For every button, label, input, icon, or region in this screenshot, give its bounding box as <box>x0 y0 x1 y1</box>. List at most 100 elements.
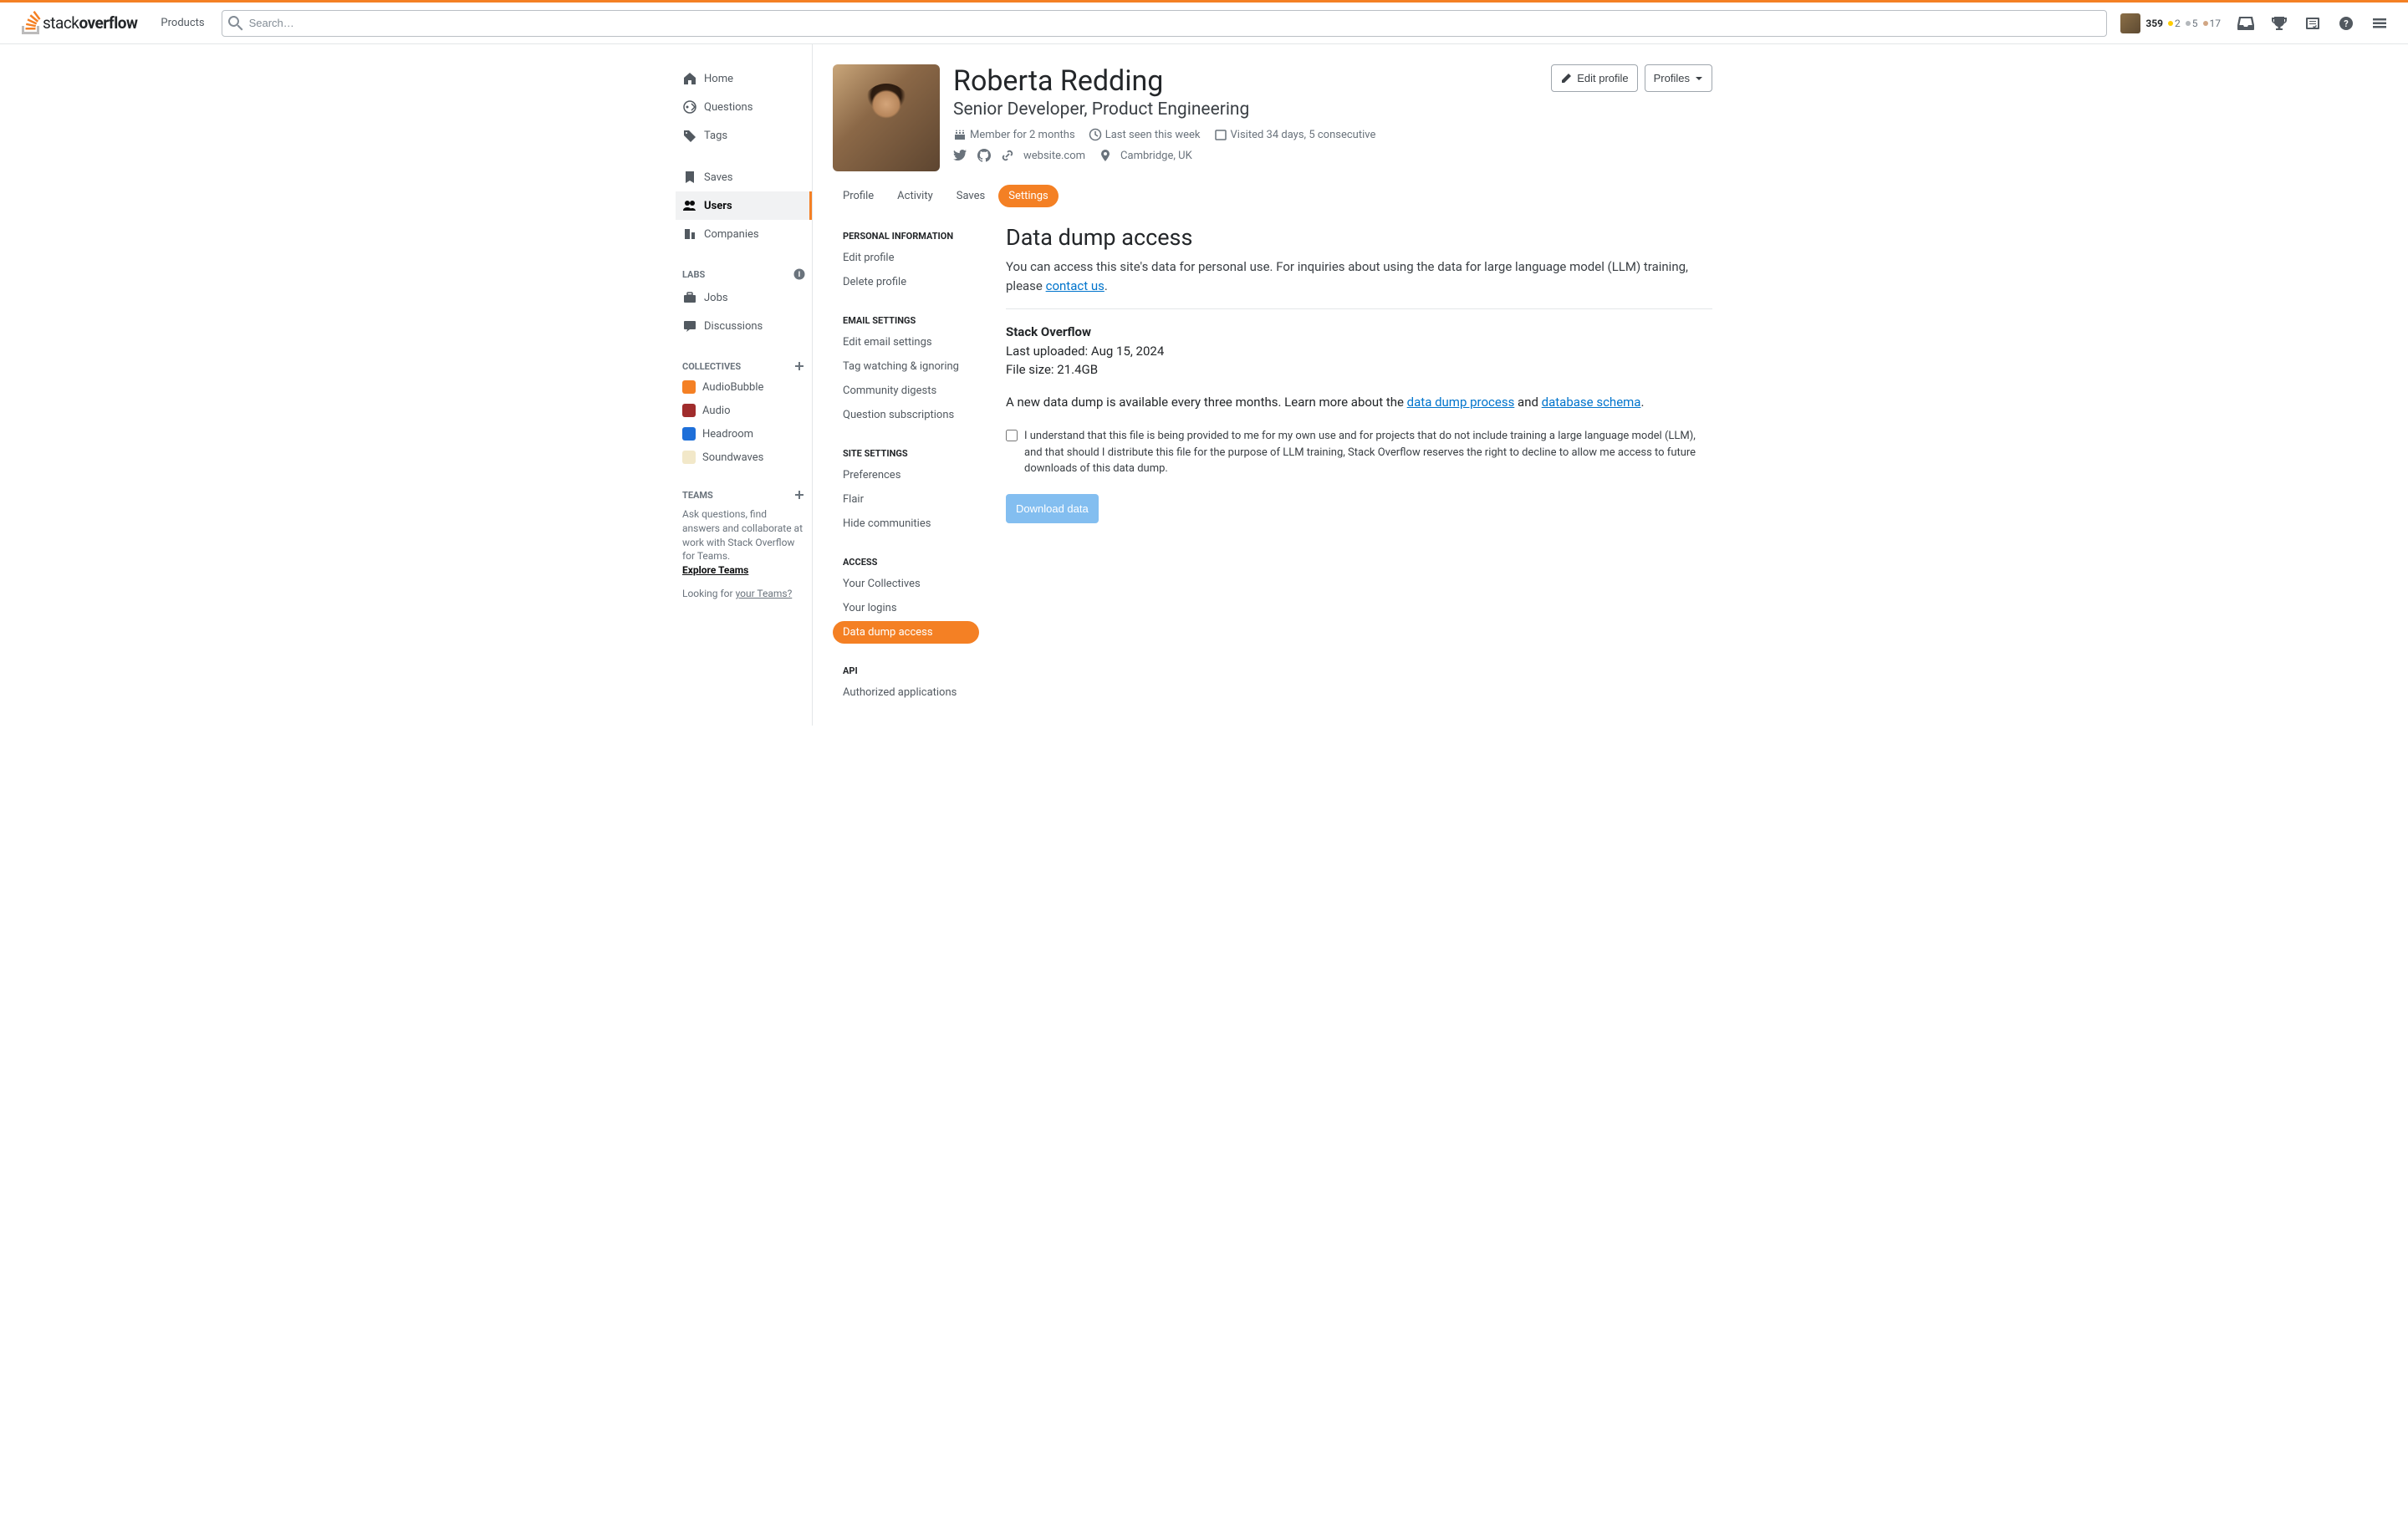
questions-icon <box>682 99 697 115</box>
bronze-badge-count: 17 <box>2203 18 2222 29</box>
nav-discussions[interactable]: Discussions <box>676 312 812 340</box>
tab-activity[interactable]: Activity <box>887 185 943 207</box>
nav-delete-profile[interactable]: Delete profile <box>833 271 979 293</box>
inbox-icon[interactable] <box>2231 8 2261 38</box>
nav-edit-email[interactable]: Edit email settings <box>833 331 979 354</box>
nav-community-digests[interactable]: Community digests <box>833 380 979 402</box>
topbar: stackoverflow Products 359 2 5 17 ? <box>0 3 2408 44</box>
consent-text: I understand that this file is being pro… <box>1024 428 1712 477</box>
collective-label: Soundwaves <box>702 451 763 464</box>
labs-header: LABS i <box>676 262 812 283</box>
collectives-header: COLLECTIVES <box>676 354 812 375</box>
products-link[interactable]: Products <box>150 12 214 34</box>
site-name: Stack Overflow <box>1006 323 1712 342</box>
edit-profile-button[interactable]: Edit profile <box>1551 64 1637 92</box>
database-schema-link[interactable]: database schema <box>1542 395 1641 410</box>
nav-edit-profile[interactable]: Edit profile <box>833 247 979 269</box>
nav-hide-communities[interactable]: Hide communities <box>833 512 979 535</box>
settings-nav: PERSONAL INFORMATION Edit profile Delete… <box>833 224 979 706</box>
nav-your-collectives[interactable]: Your Collectives <box>833 573 979 595</box>
nav-question-subscriptions[interactable]: Question subscriptions <box>833 404 979 426</box>
profile-links: website.com Cambridge, UK <box>953 148 1712 163</box>
silver-badge-count: 5 <box>2186 18 2198 29</box>
search-icon <box>228 16 243 31</box>
collective-item[interactable]: Headroom <box>676 422 812 446</box>
reputation-block[interactable]: 359 2 5 17 <box>2114 13 2227 33</box>
gold-badge-count: 2 <box>2168 18 2181 29</box>
review-icon[interactable] <box>2298 8 2328 38</box>
looking-for-teams: Looking for your Teams? <box>676 581 812 606</box>
consent-row: I understand that this file is being pro… <box>1006 428 1712 477</box>
logo-text: stackoverflow <box>43 13 137 33</box>
pencil-icon <box>1560 73 1572 84</box>
profile-title: Senior Developer, Product Engineering <box>953 99 1712 120</box>
tab-settings[interactable]: Settings <box>998 185 1058 207</box>
reputation-score: 359 <box>2145 18 2163 29</box>
divider <box>1006 308 1712 309</box>
nav-tag-watching[interactable]: Tag watching & ignoring <box>833 355 979 378</box>
nav-authorized-apps[interactable]: Authorized applications <box>833 681 979 704</box>
logo[interactable]: stackoverflow <box>13 11 144 36</box>
explore-teams-link[interactable]: Explore Teams <box>682 564 748 576</box>
nav-users[interactable]: Users <box>676 191 812 220</box>
clock-icon <box>1089 128 1102 141</box>
avatar-large[interactable] <box>833 64 940 171</box>
link-icon[interactable] <box>1000 148 1015 163</box>
users-icon <box>682 198 697 213</box>
saves-icon <box>682 170 697 185</box>
nav-questions[interactable]: Questions <box>676 93 812 121</box>
content: Roberta Redding Senior Developer, Produc… <box>813 44 1732 726</box>
info-icon[interactable]: i <box>793 268 805 280</box>
profile-actions: Edit profile Profiles <box>1551 64 1712 92</box>
nav-data-dump-access[interactable]: Data dump access <box>833 621 979 644</box>
nav-flair[interactable]: Flair <box>833 488 979 511</box>
consent-checkbox[interactable] <box>1006 430 1018 441</box>
nav-companies[interactable]: Companies <box>676 220 812 248</box>
github-icon[interactable] <box>977 148 992 163</box>
contact-us-link[interactable]: contact us <box>1046 278 1105 293</box>
download-data-button[interactable]: Download data <box>1006 494 1099 523</box>
dump-note: A new data dump is available every three… <box>1006 393 1712 412</box>
trophy-icon[interactable] <box>2264 8 2294 38</box>
svg-text:i: i <box>798 271 801 279</box>
cake-icon <box>953 128 967 141</box>
collective-item[interactable]: Audio <box>676 399 812 422</box>
nav-your-logins[interactable]: Your logins <box>833 597 979 619</box>
nav-home[interactable]: Home <box>676 64 812 93</box>
nav-tags[interactable]: Tags <box>676 121 812 150</box>
personal-info-header: PERSONAL INFORMATION <box>833 224 979 247</box>
collective-item[interactable]: Soundwaves <box>676 446 812 469</box>
profile-meta: Member for 2 months Last seen this week … <box>953 128 1712 141</box>
nav-saves[interactable]: Saves <box>676 163 812 191</box>
data-dump-process-link[interactable]: data dump process <box>1407 395 1515 410</box>
profiles-dropdown[interactable]: Profiles <box>1645 64 1712 92</box>
collective-item[interactable]: AudioBubble <box>676 375 812 399</box>
file-size: File size: 21.4GB <box>1006 360 1712 380</box>
email-settings-header: EMAIL SETTINGS <box>833 308 979 331</box>
nav-preferences[interactable]: Preferences <box>833 464 979 486</box>
your-teams-link[interactable]: your Teams? <box>736 588 793 599</box>
website-link[interactable]: website.com <box>1023 150 1085 162</box>
left-sidebar: Home Questions Tags Saves Users Companie… <box>676 44 813 726</box>
nav-jobs[interactable]: Jobs <box>676 283 812 312</box>
help-icon[interactable]: ? <box>2331 8 2361 38</box>
tab-saves[interactable]: Saves <box>946 185 996 207</box>
twitter-icon[interactable] <box>953 148 968 163</box>
main-layout: Home Questions Tags Saves Users Companie… <box>676 44 1732 726</box>
page-title: Data dump access <box>1006 224 1712 251</box>
topbar-right: 359 2 5 17 ? <box>2114 8 2395 38</box>
plus-icon[interactable] <box>793 489 805 501</box>
visited: Visited 34 days, 5 consecutive <box>1214 128 1376 141</box>
chevron-down-icon <box>1695 74 1703 83</box>
last-seen: Last seen this week <box>1089 128 1201 141</box>
search-input[interactable] <box>222 10 2108 37</box>
collective-icon <box>682 451 696 464</box>
tab-profile[interactable]: Profile <box>833 185 884 207</box>
plus-icon[interactable] <box>793 360 805 372</box>
jobs-icon <box>682 290 697 305</box>
collective-label: Audio <box>702 405 730 417</box>
stackoverflow-icon <box>20 11 41 36</box>
svg-text:?: ? <box>2344 18 2349 29</box>
dump-info: Stack Overflow Last uploaded: Aug 15, 20… <box>1006 323 1712 380</box>
site-switcher-icon[interactable] <box>2365 8 2395 38</box>
